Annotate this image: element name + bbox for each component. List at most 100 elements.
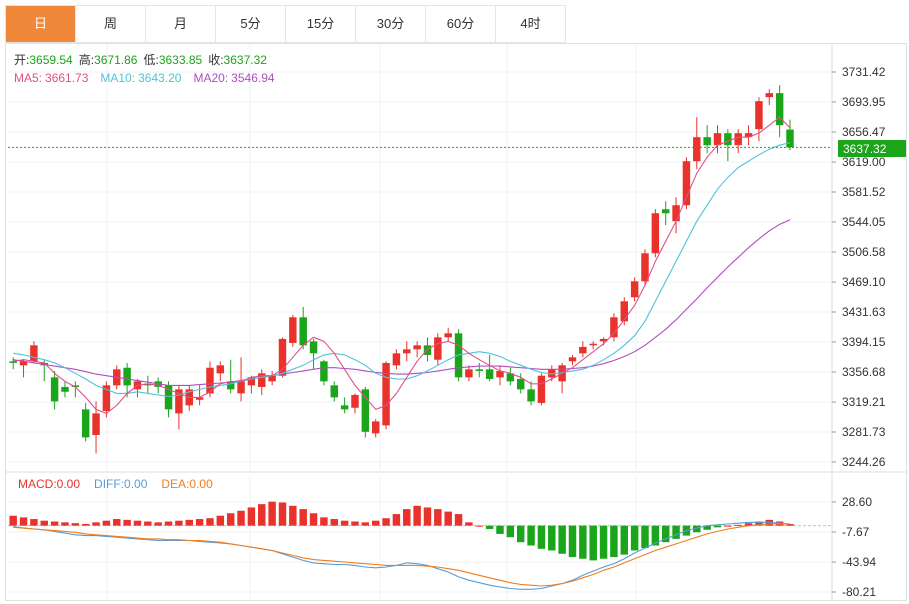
macd-bar	[548, 525, 556, 551]
candle-up	[434, 337, 442, 360]
price-tick-label: 3356.68	[842, 365, 886, 379]
macd-bar	[320, 517, 328, 526]
candle-down	[527, 389, 535, 402]
price-tick-label: 3731.42	[842, 65, 886, 79]
macd-bar	[672, 525, 680, 539]
macd-tick-label: -43.94	[842, 555, 876, 569]
macd-bar	[61, 522, 69, 526]
macd-bar	[382, 518, 390, 526]
macd-bar	[81, 524, 90, 526]
candle-up	[351, 394, 359, 408]
macd-tick-label: 28.60	[842, 495, 872, 509]
svg-text:MA5:3661.73MA10:3643.20MA20:35: MA5: 3661.73 MA10: 3643.20 MA20: 3546.94	[14, 71, 275, 85]
price-tick-label: 3319.21	[842, 395, 886, 409]
macd-value: 0.00	[57, 477, 81, 491]
ma10-label: MA10:	[100, 71, 135, 85]
macd-bar	[465, 522, 473, 526]
low-label: 低:	[143, 53, 158, 67]
price-tick-label: 3431.63	[842, 305, 886, 319]
candle-down	[299, 317, 307, 346]
macd-bar	[485, 525, 494, 529]
macd-bar	[516, 525, 525, 543]
candle-up	[444, 333, 452, 338]
macd-bar	[216, 515, 225, 526]
candle-up	[713, 133, 722, 146]
ma-legend: MA5: 3661.73 MA10: 3643.20 MA20: 3546.94	[14, 71, 275, 85]
candlestick-chart: 3731.42 3693.95 3656.47 3619.00 3581.52 3544.…	[6, 44, 906, 600]
candle-down	[9, 361, 17, 363]
candle-up	[630, 281, 639, 298]
candle-up	[278, 338, 287, 376]
macd-bar	[413, 505, 421, 526]
diff-value: 0.00	[124, 477, 148, 491]
macd-bar	[92, 522, 100, 526]
candle-down	[309, 341, 318, 354]
ma20-label: MA20:	[193, 71, 228, 85]
candle-up	[237, 381, 245, 394]
candle-down	[320, 361, 328, 382]
macd-bar	[102, 520, 111, 526]
macd-bar	[403, 509, 411, 526]
candle-up	[216, 365, 225, 374]
macd-bar	[361, 522, 370, 526]
ma10-line	[13, 142, 791, 398]
candle-up	[92, 413, 100, 435]
candle-up	[610, 317, 618, 338]
macd-bar	[423, 507, 432, 526]
dea-label: DEA:	[161, 477, 189, 491]
macd-bar	[144, 521, 152, 526]
macd-bar	[392, 514, 401, 526]
candle-down	[330, 385, 338, 398]
ma20-line	[13, 219, 791, 386]
price-tick-label: 3244.26	[842, 455, 886, 469]
macd-bar	[579, 525, 587, 559]
candle-up	[382, 362, 390, 426]
candle-up	[589, 343, 597, 346]
macd-bar	[713, 525, 722, 528]
macd-bar	[164, 521, 173, 526]
macd-bar	[40, 520, 48, 526]
price-tick-label: 3656.47	[842, 125, 886, 139]
candle-down	[703, 137, 711, 146]
macd-bar	[454, 514, 463, 526]
price-tick-label: 3506.58	[842, 245, 886, 259]
price-tick-label: 3394.15	[842, 335, 886, 349]
macd-bar	[9, 515, 17, 526]
ma5-label: MA5:	[14, 71, 42, 85]
macd-bar	[185, 519, 193, 526]
candle-up	[371, 421, 380, 434]
candle-down	[50, 377, 59, 402]
macd-bar	[175, 520, 183, 526]
candle-up	[755, 101, 763, 130]
macd-bar	[630, 525, 639, 551]
macd-bar	[154, 522, 162, 526]
candle-down	[81, 409, 90, 438]
macd-bar	[50, 521, 59, 526]
macd-bar	[247, 507, 256, 526]
candle-down	[340, 405, 349, 410]
price-tick-label: 3581.52	[842, 185, 886, 199]
candle-up	[30, 345, 38, 362]
close-label: 收:	[208, 53, 223, 67]
price-tick-label: 3469.10	[842, 275, 886, 289]
macd-bar	[268, 501, 276, 526]
price-tick-label: 3619.00	[842, 155, 886, 169]
macd-label: MACD:	[18, 477, 57, 491]
svg-text:MACD:0.00DIFF:0.00DEA:0.00: MACD:0.00 DIFF:0.00 DEA:0.00	[18, 477, 213, 491]
price-tick-label: 3281.73	[842, 425, 886, 439]
candle-up	[620, 301, 629, 322]
macd-bar	[340, 520, 349, 526]
candle-up	[734, 133, 742, 146]
macd-bar	[113, 519, 121, 526]
macd-bar	[30, 519, 38, 526]
low-value: 3633.85	[159, 53, 203, 67]
macd-bar	[351, 521, 359, 526]
macd-bar	[226, 513, 235, 526]
macd-bar	[206, 518, 214, 526]
macd-bar	[641, 525, 649, 548]
candle-up	[579, 346, 587, 354]
candle-down	[475, 369, 484, 371]
diff-label: DIFF:	[94, 477, 124, 491]
macd-bar	[278, 502, 287, 526]
candle-down	[485, 369, 494, 379]
